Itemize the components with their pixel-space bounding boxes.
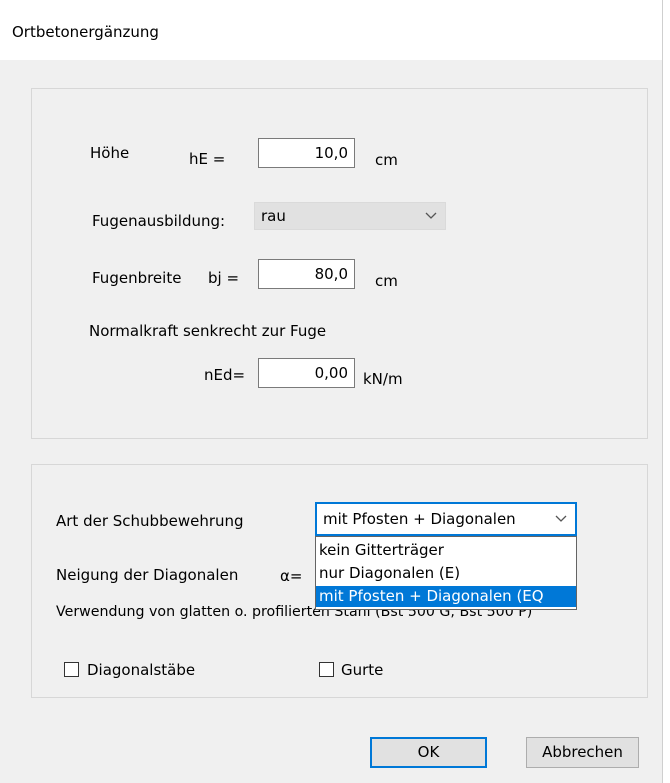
hoehe-label: Höhe [90,144,130,162]
ned-unit: kN/m [363,370,403,388]
dialog-window: Ortbetonergänzung Höhe hE = 10,0 cm Fuge… [0,0,663,783]
window-title: Ortbetonergänzung [12,23,159,41]
fugenbreite-label: Fugenbreite [92,269,182,287]
diagonalstaebe-checkbox[interactable] [64,662,79,677]
neigung-label: Neigung der Diagonalen [56,566,239,584]
schubbewehrung-value: mit Pfosten + Diagonalen [323,510,516,528]
he-input[interactable]: 10,0 [258,138,355,168]
gurte-label: Gurte [341,661,384,679]
schubbewehrung-select[interactable]: mit Pfosten + Diagonalen [315,502,577,536]
alpha-label: α= [280,567,303,585]
art-schubbewehrung-label: Art der Schubbewehrung [56,512,244,530]
fugenausbildung-label: Fugenausbildung: [92,212,226,230]
normalkraft-label: Normalkraft senkrecht zur Fuge [89,322,327,340]
ned-input[interactable]: 0,00 [258,358,355,388]
option-kein-gittertraeger[interactable]: kein Gitterträger [316,540,576,561]
cancel-button[interactable]: Abbrechen [526,737,639,768]
he-unit: cm [375,151,398,169]
bj-input[interactable]: 80,0 [258,259,355,289]
option-nur-diagonalen[interactable]: nur Diagonalen (E) [316,563,576,584]
fugenausbildung-select[interactable]: rau [254,202,446,230]
ned-label: nEd= [204,366,246,384]
ok-button[interactable]: OK [370,737,487,768]
chevron-down-icon [425,203,437,239]
diagonalstaebe-label: Diagonalstäbe [87,661,196,679]
he-label: hE = [189,150,226,168]
schubbewehrung-dropdown-list: kein Gitterträger nur Diagonalen (E) mit… [315,536,577,610]
fugenausbildung-value: rau [261,207,286,225]
gurte-checkbox[interactable] [319,662,334,677]
bj-label: bj = [208,269,240,287]
option-mit-pfosten-diagonalen[interactable]: mit Pfosten + Diagonalen (EQ [316,586,576,607]
bj-unit: cm [375,272,398,290]
title-bar: Ortbetonergänzung [0,0,662,60]
